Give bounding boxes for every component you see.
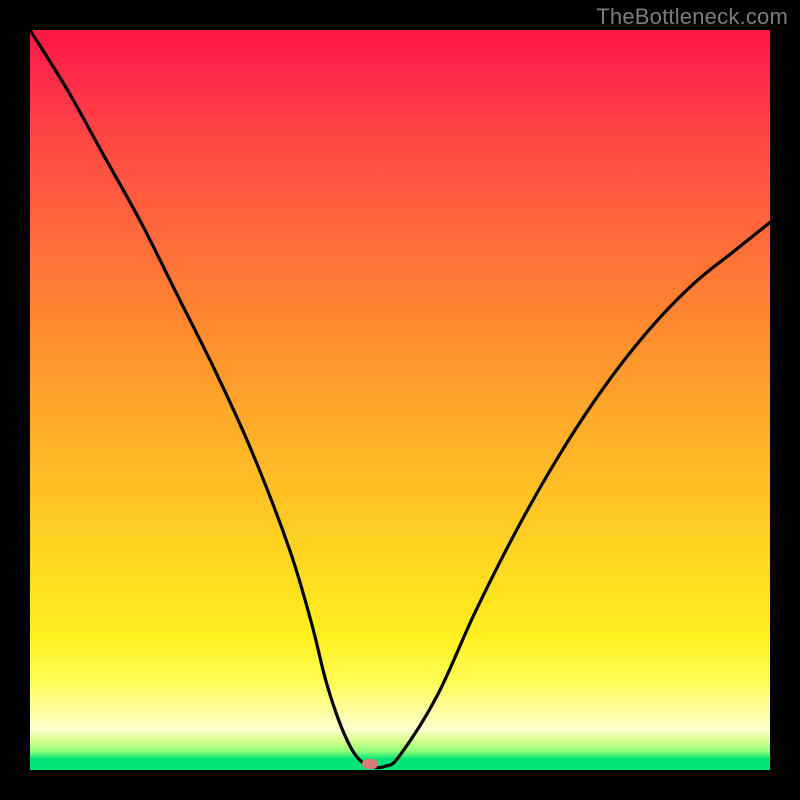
outer-frame: TheBottleneck.com [0, 0, 800, 800]
watermark-text: TheBottleneck.com [596, 4, 788, 30]
plot-area [30, 30, 770, 770]
optimum-marker [362, 759, 378, 769]
bottleneck-curve [30, 30, 770, 770]
